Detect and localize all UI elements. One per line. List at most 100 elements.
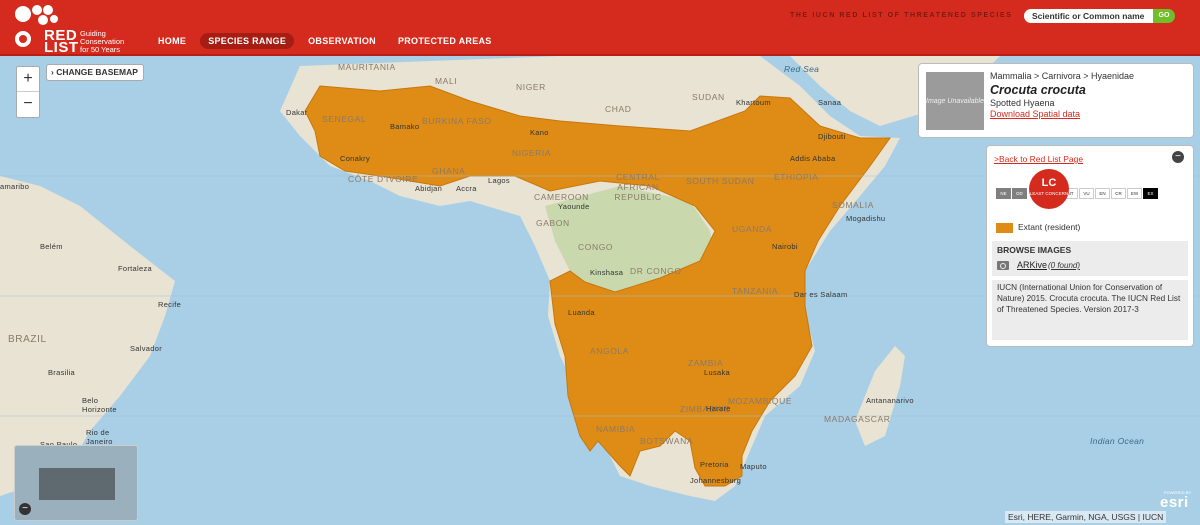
overview-extent[interactable] bbox=[39, 468, 115, 500]
zoom-in-button[interactable]: + bbox=[17, 67, 39, 91]
map-label-antananarivo: Antananarivo bbox=[866, 396, 914, 405]
nav-species-range[interactable]: SPECIES RANGE bbox=[200, 33, 295, 49]
change-basemap-label: CHANGE BASEMAP bbox=[56, 67, 138, 77]
map-label-south-sudan: SOUTH SUDAN bbox=[686, 176, 755, 186]
map-label-kinshasa: Kinshasa bbox=[590, 268, 624, 277]
map-label-maputo: Maputo bbox=[740, 462, 767, 471]
citation-text: IUCN (International Union for Conservati… bbox=[992, 280, 1188, 340]
map-label-zambia: ZAMBIA bbox=[688, 358, 724, 368]
map-label-ghana: GHANA bbox=[432, 166, 466, 176]
legend-swatch-extant bbox=[996, 223, 1013, 233]
map-label-brazil: BRAZIL bbox=[8, 334, 47, 345]
map-label-chad: CHAD bbox=[605, 104, 632, 114]
category-ne: NE bbox=[996, 188, 1011, 199]
map-label-sanaa: Sanaa bbox=[818, 98, 842, 107]
map-label-khartoum: Khartoum bbox=[736, 98, 771, 107]
map-label-ethiopia: ETHIOPIA bbox=[774, 172, 819, 182]
category-vu: VU bbox=[1079, 188, 1094, 199]
map-label-burkina-faso: BURKINA FASO bbox=[422, 116, 492, 126]
map-attribution: Esri, HERE, Garmin, NGA, USGS | IUCN bbox=[1005, 511, 1167, 523]
browse-images-title: BROWSE IMAGES bbox=[997, 245, 1072, 255]
map-label-harare: Harare bbox=[706, 404, 731, 413]
map-label-botswana: BOTSWANA bbox=[640, 436, 694, 446]
map-label-somalia: SOMALIA bbox=[832, 200, 874, 210]
map-label-angola: ANGOLA bbox=[590, 346, 630, 356]
esri-logo[interactable]: esri bbox=[1160, 494, 1189, 511]
collapse-panel-icon[interactable]: − bbox=[1172, 151, 1184, 163]
overview-map[interactable]: − bbox=[14, 445, 138, 521]
map-label-madagascar: MADAGASCAR bbox=[824, 414, 891, 424]
map-label-tanzania: TANZANIA bbox=[732, 286, 779, 296]
top-header: RED LIST Guiding Conservation for 50 Yea… bbox=[0, 0, 1200, 56]
collapse-overview-icon[interactable]: − bbox=[19, 503, 31, 515]
map-label-brasilia: Brasilia bbox=[48, 368, 75, 377]
map-label-gabon: GABON bbox=[536, 218, 570, 228]
nav-protected-areas[interactable]: PROTECTED AREAS bbox=[390, 33, 500, 49]
category-ew: EW bbox=[1127, 188, 1142, 199]
main-nav: HOME SPECIES RANGE OBSERVATION PROTECTED… bbox=[150, 33, 500, 49]
taxonomy-breadcrumb: Mammalia > Carnivora > Hyaenidae bbox=[990, 71, 1135, 81]
logo-wordmark: RED LIST bbox=[44, 27, 79, 56]
map-label-kano: Kano bbox=[530, 128, 549, 137]
map-label-central-african-republic: CENTRAL AFRICAN REPUBLIC bbox=[614, 172, 662, 202]
site-title: THE IUCN RED LIST OF THREATENED SPECIES bbox=[790, 12, 1013, 19]
category-en: EN bbox=[1095, 188, 1110, 199]
map-label-dr-congo: DR CONGO bbox=[630, 266, 682, 276]
map-label-rio-de-janeiro: Rio de Janeiro bbox=[86, 428, 113, 446]
category-dd: DD bbox=[1012, 188, 1027, 199]
map-label-cameroon: CAMEROON bbox=[534, 192, 589, 202]
map-label-belem: Belém bbox=[40, 242, 63, 251]
search-go-button[interactable]: GO bbox=[1153, 9, 1175, 23]
browse-images-section: BROWSE IMAGES ARKive (0 found) bbox=[992, 241, 1188, 276]
map-label-luanda: Luanda bbox=[568, 308, 595, 317]
map-label-johannesburg: Johannesburg bbox=[690, 476, 742, 485]
category-cr: CR bbox=[1111, 188, 1126, 199]
chevron-right-icon: › bbox=[51, 67, 54, 77]
arkive-count[interactable]: (0 found) bbox=[1048, 261, 1080, 270]
map-label-mali: MALI bbox=[435, 76, 458, 86]
legend-label-extant: Extant (resident) bbox=[1018, 222, 1081, 232]
map-label-yaounde: Yaounde bbox=[558, 202, 590, 211]
threat-category-scale: NE DD NT VU EN CR EW EX bbox=[996, 188, 1159, 199]
map-label-sudan: SUDAN bbox=[692, 92, 725, 102]
nav-observation[interactable]: OBSERVATION bbox=[300, 33, 384, 49]
download-spatial-data-link[interactable]: Download Spatial data bbox=[990, 109, 1080, 119]
map-label-red-sea: Red Sea bbox=[784, 64, 820, 74]
change-basemap-button[interactable]: › CHANGE BASEMAP bbox=[46, 64, 144, 81]
zoom-out-button[interactable]: − bbox=[17, 91, 39, 116]
logo-tagline: Guiding Conservation for 50 Years bbox=[80, 29, 125, 54]
map-label-lusaka: Lusaka bbox=[704, 368, 730, 377]
camera-icon bbox=[997, 261, 1009, 270]
species-card: Image Unavailable Mammalia > Carnivora >… bbox=[918, 63, 1194, 138]
map-label-abidjan: Abidjan bbox=[415, 184, 443, 193]
map-label-cote-divoire: CÔTE D'IVOIRE bbox=[348, 174, 419, 184]
search-input[interactable]: Scientific or Common name bbox=[1024, 9, 1174, 23]
nav-home[interactable]: HOME bbox=[150, 33, 194, 49]
map-label-congo: CONGO bbox=[578, 242, 614, 252]
map-label-conakry: Conakry bbox=[340, 154, 371, 163]
arkive-link[interactable]: ARKive bbox=[1017, 260, 1047, 270]
map-label-bamako: Bamako bbox=[390, 122, 420, 131]
map-label-djibouti: Djibouti bbox=[818, 132, 846, 141]
map-label-dakar: Dakar bbox=[286, 108, 308, 117]
status-code: LC bbox=[1041, 177, 1057, 189]
map-label-indian-ocean: Indian Ocean bbox=[1090, 436, 1145, 446]
map-label-niger: NIGER bbox=[516, 82, 546, 92]
map-label-senegal: SENEGAL bbox=[322, 114, 367, 124]
status-badge: LC LEAST CONCERN bbox=[1029, 169, 1069, 209]
map-label-pretoria: Pretoria bbox=[700, 460, 729, 469]
map-label-fortaleza: Fortaleza bbox=[118, 264, 152, 273]
species-info-panel: >Back to Red List Page − NE DD NT VU EN … bbox=[986, 145, 1194, 347]
map-label-namibia: NAMIBIA bbox=[596, 424, 636, 434]
red-list-logo[interactable]: RED LIST Guiding Conservation for 50 Yea… bbox=[14, 4, 124, 55]
map-label-accra: Accra bbox=[456, 184, 477, 193]
iucn-circle-icon bbox=[15, 31, 31, 47]
map-label-belo-horizonte: Belo Horizonte bbox=[82, 396, 117, 414]
zoom-control: + − bbox=[16, 66, 40, 118]
map-label-lagos: Lagos bbox=[488, 176, 510, 185]
map-label-nairobi: Nairobi bbox=[772, 242, 798, 251]
map-label-mogadishu: Mogadishu bbox=[846, 214, 886, 223]
back-to-red-list-link[interactable]: >Back to Red List Page bbox=[994, 154, 1083, 164]
map-label-nigeria: NIGERIA bbox=[512, 148, 552, 158]
map-label-recife: Recife bbox=[158, 300, 182, 309]
